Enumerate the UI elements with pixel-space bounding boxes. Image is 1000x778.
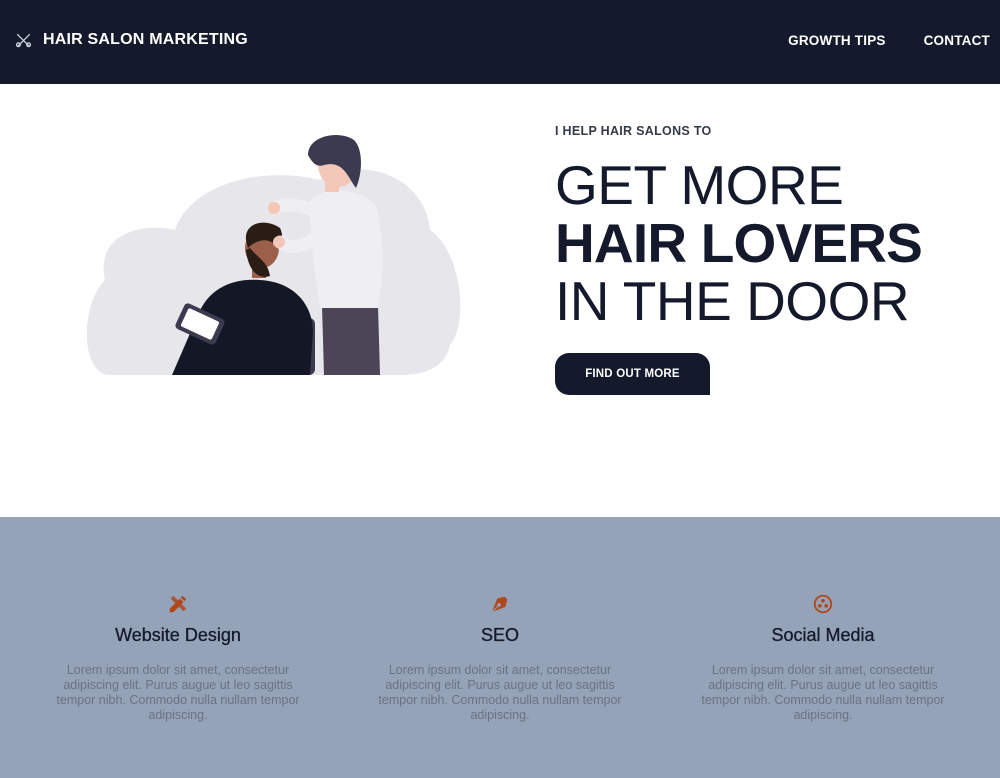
service-title: Social Media — [771, 625, 875, 645]
services-section: Website Design Lorem ipsum dolor sit ame… — [0, 517, 1000, 778]
stylist-legs — [322, 305, 380, 375]
hero: I HELP HAIR SALONS TO GET MORE HAIR LOVE… — [555, 124, 995, 395]
brand[interactable]: HAIR SALON MARKETING — [15, 31, 248, 49]
headline-line-3: IN THE DOOR — [555, 270, 910, 332]
hero-illustration — [86, 135, 461, 375]
service-description: Lorem ipsum dolor sit amet, consectetur … — [701, 663, 945, 722]
hero-headline: GET MORE HAIR LOVERS IN THE DOOR — [555, 156, 995, 330]
main-nav: GROWTH TIPS CONTACT — [788, 33, 990, 48]
headline-line-2: HAIR LOVERS — [555, 212, 923, 274]
nav-growth-tips[interactable]: GROWTH TIPS — [788, 33, 885, 48]
service-title: Website Design — [115, 625, 241, 645]
service-social-media: Social Media Lorem ipsum dolor sit amet,… — [683, 593, 963, 723]
pencil-ruler-icon — [169, 595, 187, 613]
service-seo: SEO Lorem ipsum dolor sit amet, consecte… — [360, 593, 640, 723]
headline-line-1: GET MORE — [555, 154, 844, 216]
hero-eyebrow: I HELP HAIR SALONS TO — [555, 124, 712, 138]
service-description: Lorem ipsum dolor sit amet, consectetur … — [378, 663, 622, 722]
service-description: Lorem ipsum dolor sit amet, consectetur … — [56, 663, 300, 722]
site-header: HAIR SALON MARKETING GROWTH TIPS CONTACT — [0, 0, 1000, 84]
find-out-more-button[interactable]: FIND OUT MORE — [555, 353, 710, 395]
service-website-design: Website Design Lorem ipsum dolor sit ame… — [38, 593, 318, 723]
pen-nib-icon — [491, 596, 508, 613]
scissors-icon — [15, 33, 32, 47]
brand-name: HAIR SALON MARKETING — [43, 31, 248, 48]
nav-contact[interactable]: CONTACT — [924, 33, 990, 48]
service-title: SEO — [480, 625, 519, 645]
people-circle-icon — [813, 594, 833, 614]
